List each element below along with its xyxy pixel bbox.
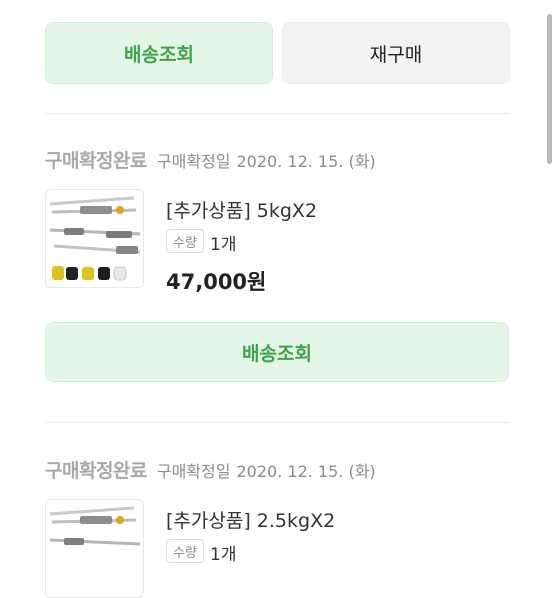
order-status: 구매확정완료 [45, 460, 147, 482]
quantity-badge: 수량 [166, 229, 204, 253]
quantity-badge: 수량 [166, 539, 204, 563]
order-track-delivery-button[interactable]: 배송조회 [45, 322, 509, 382]
order-header: 구매확정완료 구매확정일 2020. 12. 15. (화) [45, 146, 376, 173]
product-thumbnail[interactable] [45, 189, 144, 288]
quantity-value: 1개 [210, 235, 237, 255]
divider [45, 113, 510, 114]
quantity-value: 1개 [210, 545, 237, 565]
product-name[interactable]: [추가상품] 5kgX2 [166, 196, 317, 223]
product-name[interactable]: [추가상품] 2.5kgX2 [166, 506, 335, 533]
divider [45, 422, 510, 423]
reorder-button[interactable]: 재구매 [282, 22, 510, 84]
track-delivery-button[interactable]: 배송조회 [45, 22, 273, 84]
product-price: 47,000원 [166, 270, 267, 294]
scrollbar[interactable] [547, 14, 552, 164]
product-thumbnail[interactable] [45, 499, 144, 598]
confirm-date-label: 구매확정일 [156, 152, 231, 171]
confirm-date: 2020. 12. 15. (화) [236, 152, 376, 171]
confirm-date: 2020. 12. 15. (화) [236, 462, 376, 481]
order-header: 구매확정완료 구매확정일 2020. 12. 15. (화) [45, 456, 376, 483]
order-status: 구매확정완료 [45, 150, 147, 172]
confirm-date-label: 구매확정일 [156, 462, 231, 481]
